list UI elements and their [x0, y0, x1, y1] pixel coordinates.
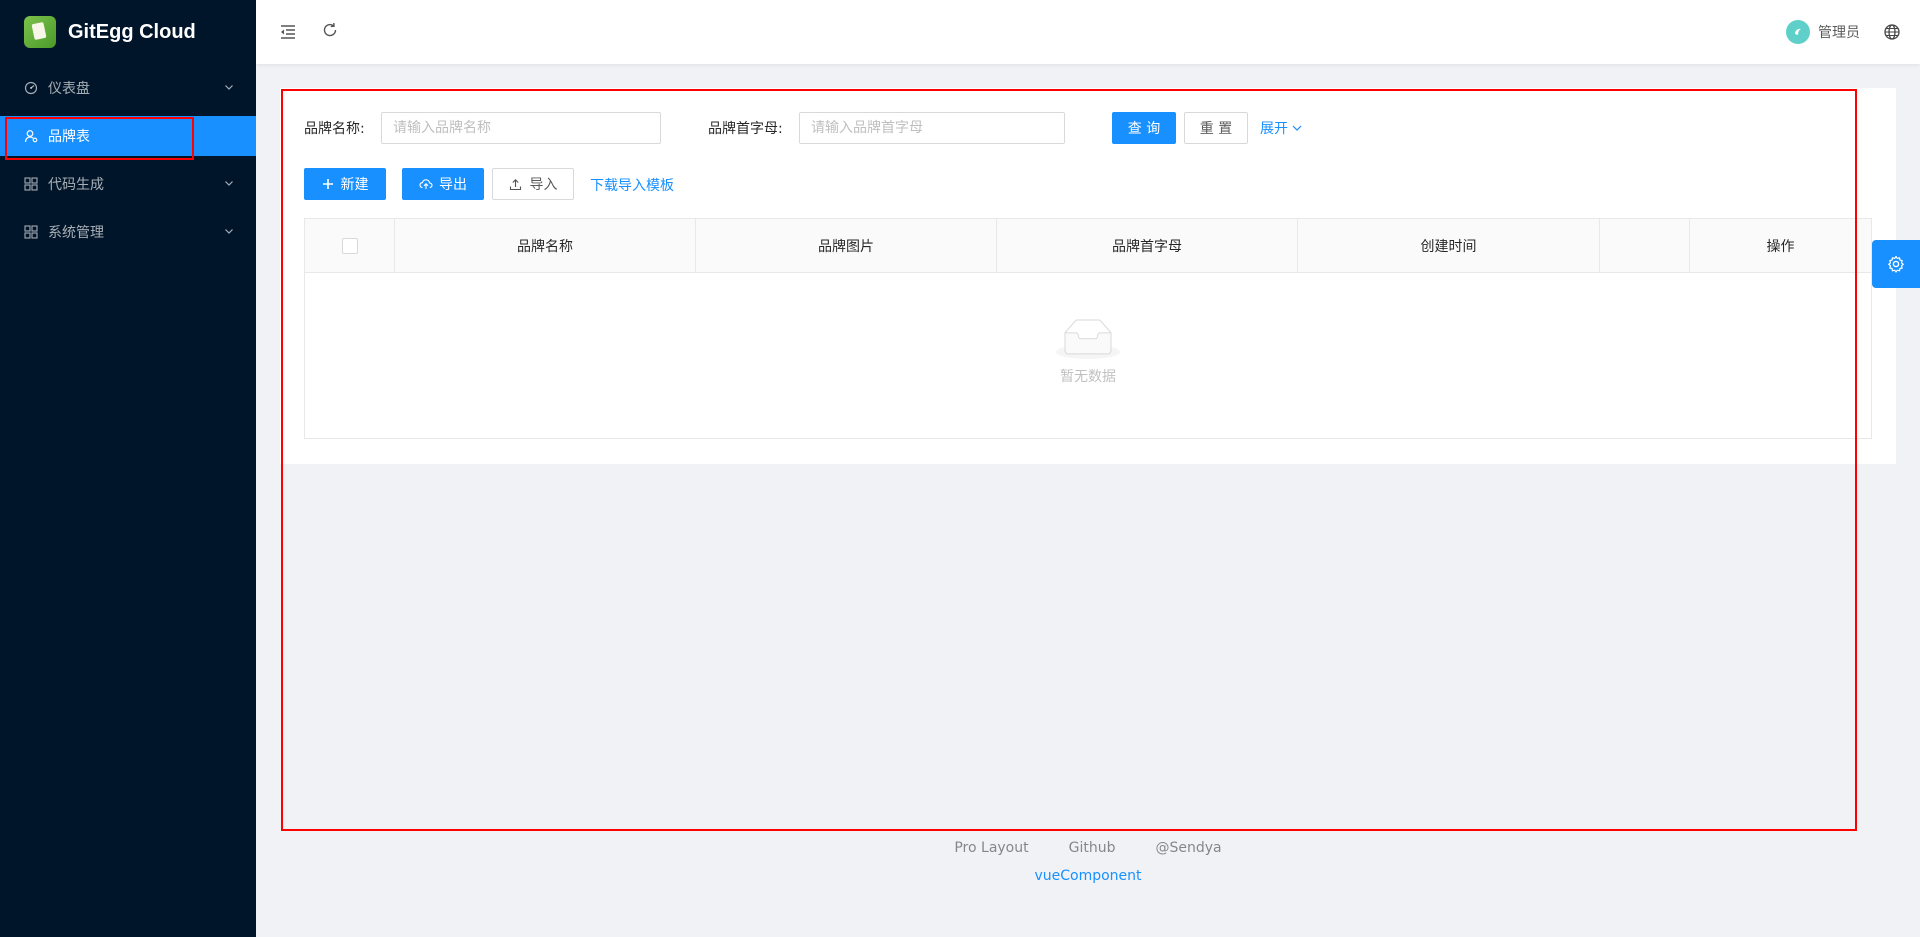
table-header-select	[305, 219, 395, 273]
sidebar-item-system[interactable]: 系统管理	[0, 212, 256, 252]
expand-link[interactable]: 展开	[1260, 118, 1303, 138]
sidebar-menu: 仪表盘 品牌表 代码生成 系统管理	[0, 68, 256, 252]
table-header: 品牌名称 品牌图片 品牌首字母 创建时间 操作	[305, 219, 1871, 273]
column-header-extra	[1600, 219, 1690, 273]
footer-link-sendya[interactable]: @Sendya	[1156, 840, 1222, 856]
chevron-down-icon	[1292, 125, 1302, 131]
import-label: 导入	[529, 177, 558, 193]
sidebar-item-dashboard[interactable]: 仪表盘	[0, 68, 256, 108]
data-table: 品牌名称 品牌图片 品牌首字母 创建时间 操作 暂无数据	[304, 218, 1872, 439]
new-label: 新建	[340, 177, 369, 193]
export-button[interactable]: 导出	[402, 168, 484, 200]
reset-button[interactable]: 重 置	[1184, 112, 1248, 144]
menu-fold-icon[interactable]	[276, 20, 300, 44]
sidebar-item-code-gen[interactable]: 代码生成	[0, 164, 256, 204]
column-header-brand-name[interactable]: 品牌名称	[395, 219, 696, 273]
footer-links: Pro Layout Github @Sendya	[256, 840, 1920, 856]
column-header-actions: 操作	[1766, 239, 1795, 255]
header: 管理员	[256, 0, 1920, 64]
brand-name-input[interactable]	[381, 112, 661, 144]
appstore-icon	[24, 177, 38, 191]
user-menu[interactable]: 管理员	[1786, 20, 1860, 44]
setting-drawer-button[interactable]	[1872, 240, 1920, 288]
upload-icon	[509, 178, 521, 190]
sidebar-item-label: 品牌表	[48, 129, 90, 145]
column-header-created-time[interactable]: 创建时间	[1298, 219, 1600, 273]
dashboard-icon	[24, 81, 38, 95]
import-button[interactable]: 导入	[492, 168, 574, 200]
sidebar-item-label: 代码生成	[48, 177, 104, 193]
reload-icon[interactable]	[318, 18, 342, 42]
user-icon	[24, 129, 38, 143]
footer: Pro Layout Github @Sendya vueComponent	[256, 840, 1920, 884]
logo[interactable]: GitEgg Cloud	[0, 0, 256, 64]
app-title: GitEgg Cloud	[68, 20, 196, 43]
globe-icon[interactable]	[1880, 20, 1904, 44]
sidebar-item-label: 系统管理	[48, 225, 104, 241]
empty-state: 暂无数据	[1056, 319, 1120, 386]
sidebar: GitEgg Cloud 仪表盘 品牌表 代码生成 系统管理	[0, 0, 256, 937]
empty-text: 暂无数据	[1060, 369, 1116, 385]
sidebar-item-label: 仪表盘	[48, 81, 90, 97]
new-button[interactable]: 新建	[304, 168, 386, 200]
export-label: 导出	[439, 177, 467, 193]
footer-link-github[interactable]: Github	[1069, 840, 1116, 856]
select-all-checkbox[interactable]	[341, 238, 358, 254]
avatar	[1786, 20, 1810, 44]
empty-inbox-icon	[1056, 319, 1120, 359]
download-template-link[interactable]: 下载导入模板	[590, 175, 674, 195]
cloud-upload-icon	[419, 179, 433, 189]
plus-icon	[322, 179, 333, 189]
logo-icon	[24, 16, 56, 48]
appstore-icon	[24, 225, 38, 239]
gear-icon	[1888, 255, 1904, 273]
query-button[interactable]: 查 询	[1112, 112, 1176, 144]
chevron-down-icon	[225, 85, 233, 90]
footer-link-pro-layout[interactable]: Pro Layout	[954, 840, 1028, 856]
column-header-brand-image[interactable]: 品牌图片	[696, 219, 997, 273]
user-name: 管理员	[1818, 25, 1860, 41]
content-card: 品牌名称: 品牌首字母: 查 询 重 置 展开 新建 导出 导入 下载导入模板 …	[280, 88, 1896, 464]
expand-label: 展开	[1260, 121, 1288, 137]
brand-initial-label: 品牌首字母:	[708, 121, 783, 137]
footer-copyright[interactable]: vueComponent	[256, 868, 1920, 884]
brand-initial-input[interactable]	[799, 112, 1065, 144]
column-header-brand-initial[interactable]: 品牌首字母	[997, 219, 1298, 273]
brand-name-label: 品牌名称:	[304, 121, 365, 137]
sidebar-item-brand-table[interactable]: 品牌表	[0, 116, 256, 156]
chevron-down-icon	[225, 229, 233, 234]
search-form: 品牌名称: 品牌首字母: 查 询 重 置 展开	[304, 112, 1872, 144]
chevron-down-icon	[225, 181, 233, 186]
table-body: 暂无数据	[305, 273, 1871, 438]
